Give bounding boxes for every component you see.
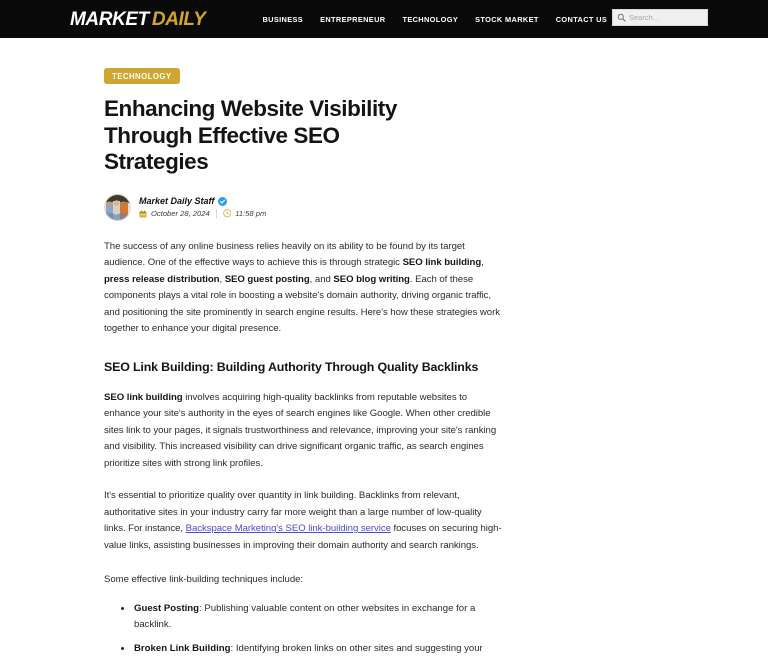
- p1-bold-3: SEO guest posting: [224, 273, 310, 285]
- backspace-marketing-link[interactable]: Backspace Marketing's SEO link-building …: [186, 523, 391, 534]
- bullet-term-broken-link-building: Broken Link Building: [134, 642, 231, 654]
- author-name[interactable]: Market Daily Staff: [139, 196, 214, 206]
- search-input[interactable]: [629, 13, 703, 22]
- techniques-list: Guest Posting: Publishing valuable conte…: [104, 601, 504, 657]
- p1-bold-1: SEO link building: [402, 257, 482, 269]
- meta-time: 11:58 pm: [222, 209, 267, 219]
- page-content: TECHNOLOGY Enhancing Website Visibility …: [0, 38, 768, 657]
- date-text: October 28, 2024: [151, 209, 210, 219]
- author-row: Market Daily Staff: [139, 196, 266, 206]
- p1-bold-4: SEO blog writing: [333, 273, 410, 285]
- byline: Market Daily Staff October 28, 2024 11:5…: [104, 193, 504, 221]
- avatar-photo: [104, 193, 131, 221]
- article: TECHNOLOGY Enhancing Website Visibility …: [104, 38, 504, 657]
- list-item: Broken Link Building: Identifying broken…: [121, 641, 504, 657]
- verified-check-icon: [218, 196, 228, 206]
- p2-text-1: involves acquiring high-quality backlink…: [104, 391, 497, 469]
- logo-text-daily: DAILY: [151, 8, 206, 30]
- meta-divider: [215, 209, 217, 219]
- nav-item-stock-market[interactable]: STOCK MARKET: [475, 15, 539, 24]
- paragraph-intro: The success of any online business relie…: [104, 239, 504, 338]
- nav-item-business[interactable]: BUSINESS: [262, 15, 303, 24]
- nav-item-contact-us[interactable]: CONTACT US: [556, 15, 607, 24]
- category-badge-technology[interactable]: TECHNOLOGY: [104, 68, 180, 84]
- p1-text-4: , and: [309, 273, 334, 285]
- p2-bold-1: SEO link building: [104, 391, 183, 403]
- site-logo[interactable]: MARKET DAILY: [70, 8, 206, 30]
- bullet-text-broken-link-building: : Identifying broken links on other site…: [230, 642, 483, 654]
- calendar-icon: [139, 210, 147, 218]
- article-meta: October 28, 2024 11:58 pm: [139, 209, 267, 219]
- byline-text: Market Daily Staff October 28, 2024 11:5…: [139, 196, 267, 219]
- p1-text-2: ,: [481, 257, 484, 269]
- clock-icon: [222, 209, 231, 218]
- search-icon: [617, 13, 626, 22]
- logo-text-market: MARKET: [70, 8, 149, 30]
- list-item: Guest Posting: Publishing valuable conte…: [121, 601, 504, 634]
- meta-date: October 28, 2024: [139, 209, 210, 218]
- nav-item-technology[interactable]: TECHNOLOGY: [402, 15, 458, 24]
- paragraph-quality-over-quantity: It's essential to prioritize quality ove…: [104, 488, 504, 554]
- site-header: MARKET DAILY BUSINESS ENTREPRENEUR TECHNO…: [0, 0, 768, 38]
- p1-bold-2: press release distribution: [104, 273, 220, 285]
- nav-item-entrepreneur[interactable]: ENTREPRENEUR: [320, 15, 385, 24]
- list-intro-text: Some effective link-building techniques …: [104, 574, 304, 586]
- search-box[interactable]: [612, 9, 708, 26]
- section-heading-seo-link-building: SEO Link Building: Building Authority Th…: [104, 359, 479, 374]
- main-navigation: BUSINESS ENTREPRENEUR TECHNOLOGY STOCK M…: [262, 15, 607, 24]
- avatar[interactable]: [104, 193, 131, 221]
- page-title: Enhancing Website Visibility Through Eff…: [104, 96, 397, 175]
- time-text: 11:58 pm: [235, 209, 267, 219]
- bullet-term-guest-posting: Guest Posting: [134, 602, 200, 614]
- paragraph-link-building: SEO link building involves acquiring hig…: [104, 390, 504, 473]
